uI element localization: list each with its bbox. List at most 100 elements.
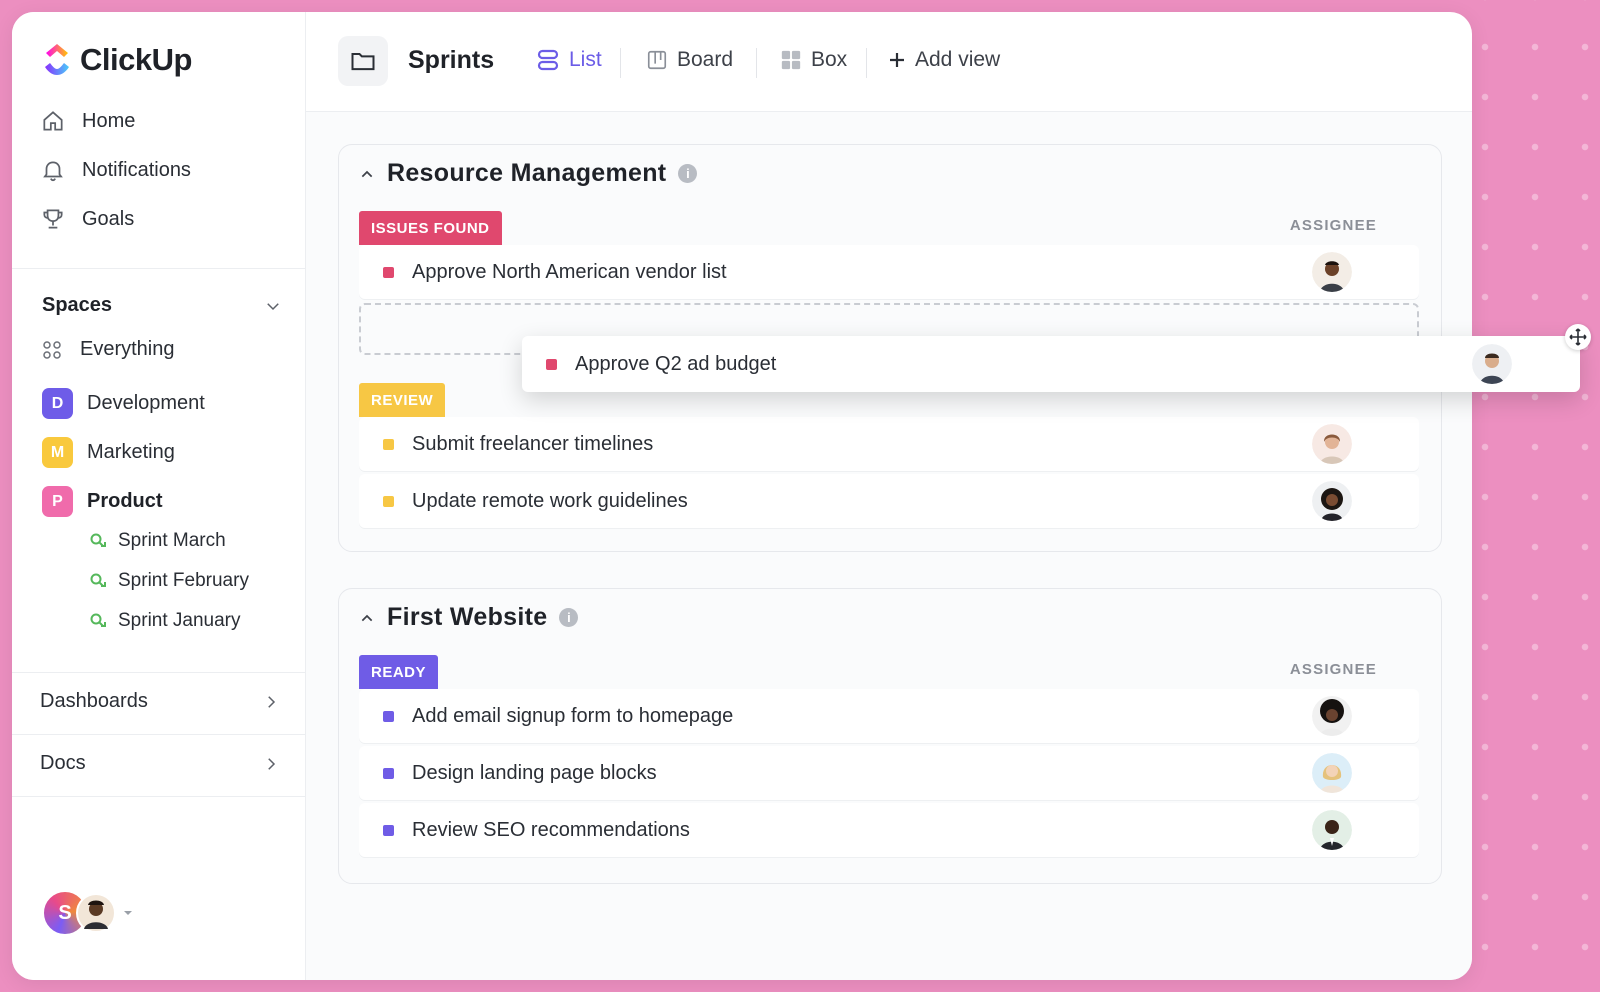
page-title: Sprints: [408, 46, 495, 74]
task-name: Approve North American vendor list: [412, 260, 727, 283]
tab-list[interactable]: List: [536, 48, 602, 72]
user-menu[interactable]: S: [42, 890, 134, 936]
task-name: Add email signup form to homepage: [412, 704, 734, 727]
sprint-label: Sprint March: [118, 530, 226, 551]
status-dot: [383, 438, 394, 450]
status-badge-ready[interactable]: READY: [359, 655, 439, 689]
tab-board[interactable]: Board: [646, 48, 733, 72]
clickup-logo[interactable]: ClickUp: [42, 42, 192, 78]
sidebar-item-label: Everything: [80, 338, 175, 360]
sidebar-item-development[interactable]: D Development: [42, 388, 205, 419]
nav-notifications[interactable]: Notifications: [40, 157, 191, 183]
sprint-label: Sprint January: [118, 610, 241, 631]
status-dot: [383, 495, 394, 507]
info-icon[interactable]: i: [678, 164, 698, 183]
status-badge-review[interactable]: REVIEW: [359, 383, 446, 417]
docs-label: Docs: [40, 752, 86, 774]
clickup-logo-icon: [45, 44, 69, 75]
sidebar: ClickUp Home Notifications Goals Spaces …: [12, 12, 306, 980]
status-dot: [383, 767, 394, 779]
nav-label: Goals: [82, 207, 135, 230]
nav-label: Home: [82, 109, 136, 132]
avatar[interactable]: [1312, 252, 1352, 292]
add-view-label: Add view: [915, 48, 1001, 71]
dashboards-label: Dashboards: [40, 690, 148, 712]
tab-label: List: [569, 48, 602, 71]
task-row[interactable]: Review SEO recommendations: [359, 803, 1419, 857]
sidebar-item-sprint-january[interactable]: Sprint January: [88, 610, 241, 632]
spaces-label: Spaces: [42, 294, 113, 316]
status-dot: [383, 710, 394, 722]
sidebar-item-sprint-march[interactable]: Sprint March: [88, 530, 226, 552]
space-badge: P: [42, 486, 73, 517]
nav-goals[interactable]: Goals: [40, 206, 134, 232]
avatar[interactable]: [1312, 753, 1352, 793]
sidebar-item-product[interactable]: P Product: [42, 486, 163, 517]
avatar[interactable]: [1312, 696, 1352, 736]
sidebar-item-sprint-february[interactable]: Sprint February: [88, 570, 249, 592]
task-name: Approve Q2 ad budget: [575, 352, 777, 375]
status-dot: [383, 824, 394, 836]
task-group-first-website: First Website i READY ASSIGNEE Add email…: [338, 588, 1442, 884]
box-icon: [781, 50, 801, 70]
nav-home[interactable]: Home: [40, 108, 135, 134]
sidebar-item-everything[interactable]: Everything: [42, 338, 175, 361]
chevron-down-icon[interactable]: [264, 297, 282, 315]
sidebar-divider: [12, 268, 306, 269]
group-header[interactable]: Resource Management i: [359, 159, 698, 188]
task-row[interactable]: Add email signup form to homepage: [359, 689, 1419, 743]
group-header[interactable]: First Website i: [359, 603, 579, 632]
task-name: Update remote work guidelines: [412, 489, 688, 512]
spaces-header[interactable]: Spaces: [42, 294, 282, 317]
avatar[interactable]: [1312, 810, 1352, 850]
tab-label: Box: [811, 48, 848, 71]
assignee-column-header[interactable]: ASSIGNEE: [1290, 217, 1377, 234]
app-window: ClickUp Home Notifications Goals Spaces …: [12, 12, 1472, 980]
app-name: ClickUp: [80, 42, 192, 77]
chevron-up-icon[interactable]: [359, 166, 375, 182]
info-icon[interactable]: i: [559, 608, 579, 627]
sidebar-item-dashboards[interactable]: Dashboards: [40, 690, 280, 713]
status-badge-issues-found[interactable]: ISSUES FOUND: [359, 211, 502, 245]
sidebar-item-marketing[interactable]: M Marketing: [42, 437, 175, 468]
tab-separator: [756, 48, 757, 78]
chevron-right-icon: [268, 757, 276, 770]
task-name: Review SEO recommendations: [412, 818, 690, 841]
sprint-icon: [90, 573, 106, 587]
top-bar: Sprints List Board Box Add view: [306, 12, 1472, 112]
list-view-content: Resource Management i ISSUES FOUND ASSIG…: [306, 112, 1472, 980]
task-row[interactable]: Approve North American vendor list: [359, 245, 1419, 299]
status-dot: [546, 358, 557, 370]
task-name: Submit freelancer timelines: [412, 432, 654, 455]
add-view-button[interactable]: Add view: [888, 48, 1000, 72]
task-row[interactable]: Submit freelancer timelines: [359, 417, 1419, 471]
home-icon: [43, 111, 63, 131]
space-badge: D: [42, 388, 73, 419]
group-title: First Website: [387, 603, 548, 631]
task-row[interactable]: Update remote work guidelines: [359, 474, 1419, 528]
chevron-up-icon[interactable]: [359, 610, 375, 626]
status-dot: [383, 266, 394, 278]
task-row[interactable]: Design landing page blocks: [359, 746, 1419, 800]
assignee-column-header[interactable]: ASSIGNEE: [1290, 661, 1377, 678]
folder-button[interactable]: [338, 36, 388, 86]
sidebar-divider: [12, 672, 306, 673]
tab-box[interactable]: Box: [780, 48, 847, 72]
space-badge: M: [42, 437, 73, 468]
sidebar-divider: [12, 734, 306, 735]
grid-dots-icon: [43, 340, 61, 359]
dragging-task-card[interactable]: Approve Q2 ad budget: [522, 336, 1580, 392]
tab-label: Board: [677, 48, 734, 71]
background-dot-pattern: [1460, 0, 1600, 992]
avatar[interactable]: [1472, 344, 1512, 384]
sidebar-item-label: Marketing: [87, 441, 175, 463]
avatar: [76, 893, 116, 933]
avatar[interactable]: [1312, 424, 1352, 464]
list-icon: [537, 49, 559, 71]
avatar[interactable]: [1312, 481, 1352, 521]
board-icon: [647, 50, 667, 70]
chevron-right-icon: [268, 695, 276, 708]
sidebar-item-label: Product: [87, 490, 163, 512]
sprint-label: Sprint February: [118, 570, 249, 591]
sidebar-item-docs[interactable]: Docs: [40, 752, 280, 775]
